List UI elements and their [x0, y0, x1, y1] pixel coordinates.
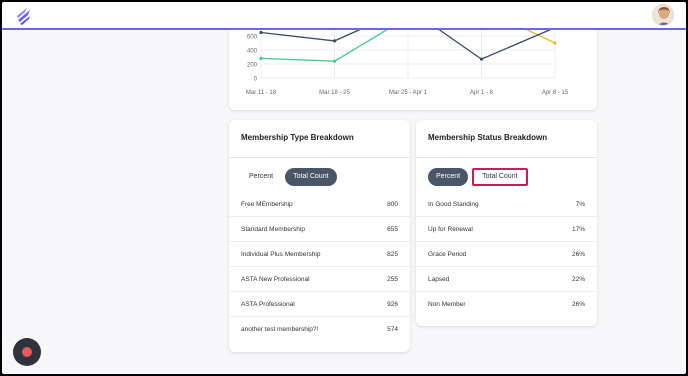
x-tick-label: Apr 1 - 8 [470, 90, 494, 96]
data-point [259, 30, 263, 35]
x-tick-label: Apr 8 - 15 [542, 90, 569, 96]
card-divider [229, 157, 410, 158]
list-item: ASTA Professional 926 [229, 292, 410, 317]
list-item: Free MEmbership 800 [229, 192, 410, 217]
membership-type-card: Membership Type Breakdown Percent Total … [229, 120, 410, 352]
row-value: 255 [387, 275, 398, 283]
membership-type-title: Membership Type Breakdown [241, 133, 354, 142]
membership-type-list: Free MEmbership 800 Standard Membership 655… [229, 192, 410, 342]
list-item: Up for Renewal 17% [416, 217, 597, 242]
record-button[interactable] [13, 338, 41, 366]
y-tick-label: 200 [247, 63, 258, 69]
row-label: Up for Renewal [428, 225, 473, 233]
brand-logo-icon[interactable] [14, 6, 34, 26]
data-point [553, 41, 557, 45]
y-tick-label: 0 [254, 77, 258, 83]
user-avatar[interactable] [652, 4, 674, 26]
x-tick-label: Mar 18 - 25 [319, 90, 350, 96]
data-point [332, 39, 337, 43]
row-value: 26% [571, 301, 585, 308]
membership-status-list: In Good Standing 7% Up for Renewal 17% Grace… [416, 192, 597, 317]
percent-toggle-button[interactable]: Percent [428, 168, 469, 186]
list-item: Lapsed 22% [416, 267, 597, 292]
list-item: Non Member 26% [416, 292, 597, 317]
row-label: Standard Membership [241, 225, 305, 233]
row-label: Individual Plus Membership [241, 250, 321, 258]
app-frame: 10008006004002000Mar 11 - 18Mar 18 - 25M… [2, 2, 686, 374]
membership-status-title: Membership Status Breakdown [428, 133, 548, 142]
row-value: 825 [387, 250, 398, 258]
row-value: 926 [387, 300, 398, 308]
row-value: 17% [571, 225, 585, 233]
row-label: Non Member [428, 301, 466, 308]
x-tick-label: Mar 25 - Apr 1 [389, 90, 428, 96]
row-value: 655 [387, 225, 398, 233]
top-navigation-bar [2, 2, 686, 30]
membership-status-card: Membership Status Breakdown Percent Tota… [416, 120, 597, 326]
row-label: another test membership?! [241, 326, 319, 333]
list-item: Grace Period 26% [416, 242, 597, 267]
percent-toggle-button[interactable]: Percent [241, 168, 281, 186]
list-item: Individual Plus Membership 825 [229, 242, 410, 267]
list-item: In Good Standing 7% [416, 192, 597, 217]
row-label: Grace Period [428, 250, 467, 258]
row-label: Lapsed [428, 275, 450, 283]
row-label: ASTA New Professional [241, 275, 310, 283]
row-value: 26% [571, 250, 585, 258]
membership-status-toggle: Percent Total Count [428, 167, 528, 187]
row-value: 574 [387, 326, 398, 333]
data-point [332, 59, 337, 63]
user-avatar-icon [653, 5, 673, 25]
data-point [259, 56, 263, 60]
x-tick-label: Mar 11 - 18 [246, 90, 277, 96]
y-tick-label: 400 [247, 49, 258, 55]
record-icon [22, 347, 32, 357]
row-value: 22% [571, 275, 585, 283]
list-item: another test membership?! 574 [229, 317, 410, 342]
list-item: Standard Membership 655 [229, 217, 410, 242]
row-value: 7% [575, 200, 585, 208]
list-item: ASTA New Professional 255 [229, 267, 410, 292]
row-value: 800 [387, 200, 398, 208]
row-label: In Good Standing [428, 200, 479, 208]
data-point [479, 57, 484, 61]
y-tick-label: 600 [247, 35, 258, 41]
row-label: ASTA Professional [241, 300, 295, 308]
row-label: Free MEmbership [241, 200, 293, 208]
membership-type-toggle: Percent Total Count [241, 167, 337, 187]
card-divider [416, 157, 597, 158]
total-count-toggle-button[interactable]: Total Count [472, 168, 528, 186]
total-count-toggle-button[interactable]: Total Count [285, 168, 337, 186]
